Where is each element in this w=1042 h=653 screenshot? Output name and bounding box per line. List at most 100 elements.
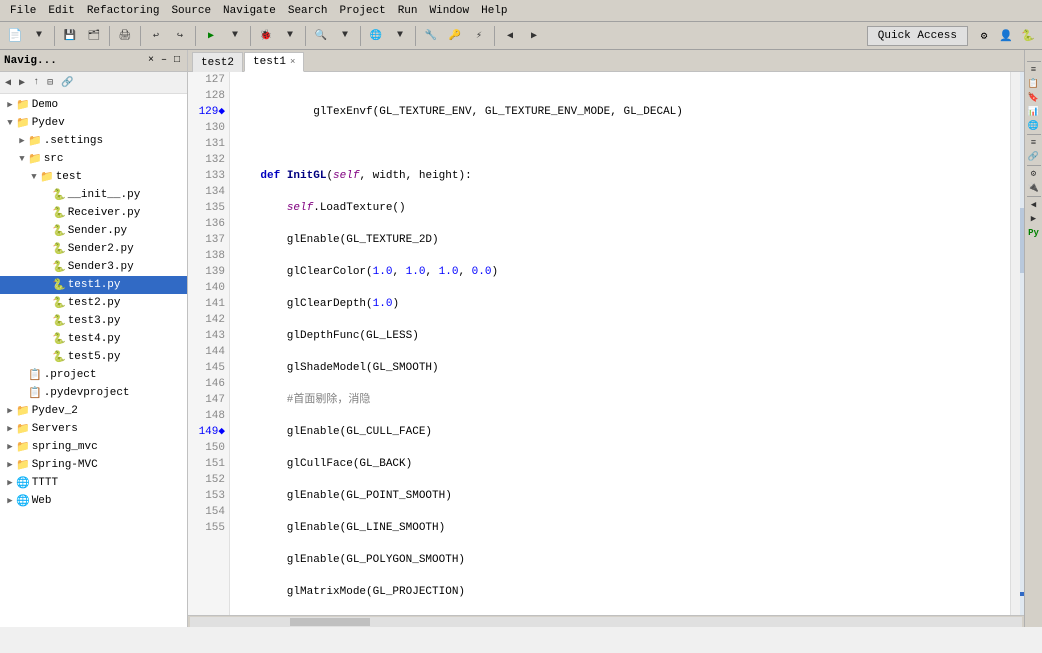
- tree-item-init[interactable]: 🐍 __init__.py: [0, 186, 187, 204]
- tree-item-receiver[interactable]: 🐍 Receiver.py: [0, 204, 187, 222]
- nav-tool-up[interactable]: ↑: [30, 76, 42, 89]
- qa-icon-1[interactable]: ⚙: [974, 26, 994, 46]
- code-line-127[interactable]: glTexEnvf(GL_TEXTURE_ENV, GL_TEXTURE_ENV…: [230, 104, 1010, 120]
- toolbar-search[interactable]: 🔍: [310, 25, 332, 47]
- tree-item-test5[interactable]: 🐍 test5.py: [0, 348, 187, 366]
- menu-window[interactable]: Window: [424, 3, 476, 19]
- code-line-137[interactable]: glEnable(GL_CULL_FACE): [230, 424, 1010, 440]
- toolbar-globe-dropdown[interactable]: ▼: [389, 25, 411, 47]
- menu-navigate[interactable]: Navigate: [217, 3, 282, 19]
- tree-item-test-folder[interactable]: ▼ 📁 test: [0, 168, 187, 186]
- right-panel-icon-4[interactable]: 📊: [1026, 105, 1042, 119]
- code-line-135[interactable]: glShadeModel(GL_SMOOTH): [230, 360, 1010, 376]
- menu-file[interactable]: File: [4, 3, 42, 19]
- code-line-132[interactable]: glClearColor(1.0, 1.0, 1.0, 0.0): [230, 264, 1010, 280]
- horizontal-scrollbar-thumb[interactable]: [290, 618, 370, 626]
- menu-refactoring[interactable]: Refactoring: [81, 3, 166, 19]
- quick-access-button[interactable]: Quick Access: [867, 26, 968, 46]
- tree-item-web[interactable]: ▶ 🌐 Web: [0, 492, 187, 510]
- toolbar-new[interactable]: 📄: [4, 25, 26, 47]
- code-line-134[interactable]: glDepthFunc(GL_LESS): [230, 328, 1010, 344]
- toolbar-saveall[interactable]: 🗂: [83, 25, 105, 47]
- toolbar-globe[interactable]: 🌐: [365, 25, 387, 47]
- tree-item-demo[interactable]: ▶ 📁 Demo: [0, 96, 187, 114]
- toolbar-redo[interactable]: ↪: [169, 25, 191, 47]
- qa-icon-2[interactable]: 👤: [996, 26, 1016, 46]
- tree-item-test1[interactable]: 🐍 test1.py: [0, 276, 187, 294]
- tree-item-pydev[interactable]: ▼ 📁 Pydev: [0, 114, 187, 132]
- tree-item-test2[interactable]: 🐍 test2.py: [0, 294, 187, 312]
- tree-item-sender2[interactable]: 🐍 Sender2.py: [0, 240, 187, 258]
- navigator-minimize[interactable]: ×: [145, 54, 157, 67]
- tree-item-tttt[interactable]: ▶ 🌐 TTTT: [0, 474, 187, 492]
- menu-project[interactable]: Project: [333, 3, 391, 19]
- code-line-133[interactable]: glClearDepth(1.0): [230, 296, 1010, 312]
- right-panel-icon-5[interactable]: 🌐: [1026, 119, 1042, 133]
- toolbar-btn9[interactable]: 🔧: [420, 25, 442, 47]
- code-line-129[interactable]: def InitGL(self, width, height):: [230, 168, 1010, 184]
- menu-help[interactable]: Help: [475, 3, 513, 19]
- tree-item-settings[interactable]: ▶ 📁 .settings: [0, 132, 187, 150]
- toolbar-run[interactable]: ▶: [200, 25, 222, 47]
- tree-item-sender3[interactable]: 🐍 Sender3.py: [0, 258, 187, 276]
- horizontal-scrollbar-track[interactable]: [190, 617, 1022, 627]
- tree-item-test4[interactable]: 🐍 test4.py: [0, 330, 187, 348]
- menu-run[interactable]: Run: [392, 3, 424, 19]
- tree-item-servers[interactable]: ▶ 📁 Servers: [0, 420, 187, 438]
- toolbar-btn11[interactable]: ⚡: [468, 25, 490, 47]
- tab-test1[interactable]: test1 ×: [244, 52, 304, 72]
- tree-item-src[interactable]: ▼ 📁 src: [0, 150, 187, 168]
- tree-item-spring-mvc[interactable]: ▶ 📁 spring_mvc: [0, 438, 187, 456]
- code-line-139[interactable]: glEnable(GL_POINT_SMOOTH): [230, 488, 1010, 504]
- menu-source[interactable]: Source: [165, 3, 217, 19]
- vertical-scrollbar[interactable]: [1010, 72, 1024, 615]
- right-panel-icon-10[interactable]: ◀: [1026, 198, 1042, 212]
- nav-tool-link[interactable]: 🔗: [58, 76, 76, 90]
- qa-icon-3[interactable]: 🐍: [1018, 26, 1038, 46]
- tab-test1-close[interactable]: ×: [290, 57, 295, 67]
- code-line-130[interactable]: self.LoadTexture(): [230, 200, 1010, 216]
- right-panel-icon-2[interactable]: 📋: [1026, 77, 1042, 91]
- tree-item-pydevproject[interactable]: 📋 .pydevproject: [0, 384, 187, 402]
- toolbar-search-dropdown[interactable]: ▼: [334, 25, 356, 47]
- code-line-140[interactable]: glEnable(GL_LINE_SMOOTH): [230, 520, 1010, 536]
- toolbar-save[interactable]: 💾: [59, 25, 81, 47]
- right-panel-icon-9[interactable]: 🔌: [1026, 181, 1042, 195]
- toolbar-run-dropdown[interactable]: ▼: [224, 25, 246, 47]
- tree-item-test3[interactable]: 🐍 test3.py: [0, 312, 187, 330]
- bottom-scrollbar[interactable]: [188, 615, 1024, 627]
- tree-item-sender[interactable]: 🐍 Sender.py: [0, 222, 187, 240]
- tree-item-spring-mvc2[interactable]: ▶ 📁 Spring-MVC: [0, 456, 187, 474]
- right-panel-icon-6[interactable]: ≡: [1026, 136, 1042, 150]
- code-line-136[interactable]: #首面剔除，消隐: [230, 392, 1010, 408]
- navigator-maximize[interactable]: □: [171, 54, 183, 67]
- code-line-141[interactable]: glEnable(GL_POLYGON_SMOOTH): [230, 552, 1010, 568]
- right-panel-icon-11[interactable]: ▶: [1026, 212, 1042, 226]
- right-panel-pydev-icon[interactable]: Py: [1026, 226, 1042, 240]
- toolbar-btn10[interactable]: 🔑: [444, 25, 466, 47]
- code-line-128[interactable]: [230, 136, 1010, 152]
- toolbar-debug-dropdown[interactable]: ▼: [279, 25, 301, 47]
- toolbar-open[interactable]: ▼: [28, 25, 50, 47]
- toolbar-nav-fwd[interactable]: ▶: [523, 25, 545, 47]
- toolbar-print[interactable]: 🖨: [114, 25, 136, 47]
- navigator-minimize2[interactable]: –: [158, 54, 170, 67]
- tree-item-pydev2[interactable]: ▶ 📁 Pydev_2: [0, 402, 187, 420]
- toolbar-undo[interactable]: ↩: [145, 25, 167, 47]
- menu-search[interactable]: Search: [282, 3, 334, 19]
- menu-edit[interactable]: Edit: [42, 3, 80, 19]
- nav-tool-collapse[interactable]: ⊟: [44, 76, 56, 90]
- nav-tool-back[interactable]: ◀: [2, 76, 14, 90]
- nav-tool-fwd[interactable]: ▶: [16, 76, 28, 90]
- toolbar-debug[interactable]: 🐞: [255, 25, 277, 47]
- right-panel-icon-3[interactable]: 🔖: [1026, 91, 1042, 105]
- code-line-142[interactable]: glMatrixMode(GL_PROJECTION): [230, 584, 1010, 600]
- right-panel-icon-7[interactable]: 🔗: [1026, 150, 1042, 164]
- tab-test2[interactable]: test2: [192, 52, 243, 72]
- code-line-131[interactable]: glEnable(GL_TEXTURE_2D): [230, 232, 1010, 248]
- tree-item-project[interactable]: 📋 .project: [0, 366, 187, 384]
- code-line-138[interactable]: glCullFace(GL_BACK): [230, 456, 1010, 472]
- code-content[interactable]: glTexEnvf(GL_TEXTURE_ENV, GL_TEXTURE_ENV…: [230, 72, 1010, 615]
- toolbar-nav-back[interactable]: ◀: [499, 25, 521, 47]
- right-panel-icon-1[interactable]: ≡: [1026, 63, 1042, 77]
